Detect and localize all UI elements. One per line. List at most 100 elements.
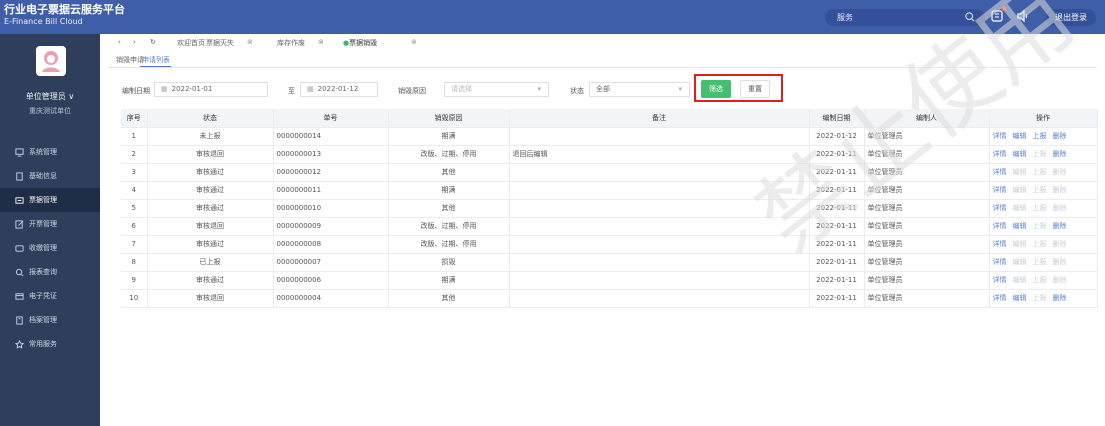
details-link[interactable]: 详情: [993, 185, 1007, 195]
speaker-icon[interactable]: [1016, 9, 1030, 23]
row-number: 8: [121, 253, 148, 272]
row-id: 0000000006: [273, 271, 389, 290]
row-status: 审核通过: [147, 181, 274, 200]
close-icon[interactable]: ⊗: [247, 38, 253, 46]
row-reason: 期满: [388, 181, 510, 200]
table-header: 销毁原因: [388, 109, 510, 128]
sidebar-item-invoice[interactable]: 开票管理: [0, 212, 100, 236]
row-creator: 单位管理员: [864, 271, 990, 290]
edit-link[interactable]: 编辑: [1013, 131, 1027, 141]
archive-icon: [16, 315, 23, 325]
details-link[interactable]: 详情: [993, 221, 1007, 231]
row-actions: 详情 编辑 上报 删除: [989, 217, 1098, 236]
tab-inventory-void[interactable]: 库存作废: [277, 38, 305, 48]
row-creator: 单位管理员: [864, 199, 990, 218]
sidebar-item-basic[interactable]: 基础信息: [0, 164, 100, 188]
delete-link[interactable]: 删除: [1053, 293, 1067, 303]
details-link[interactable]: 详情: [993, 257, 1007, 267]
sidebar-item-ticket[interactable]: 票据管理: [0, 188, 100, 212]
delete-link[interactable]: 删除: [1053, 131, 1067, 141]
details-link[interactable]: 详情: [993, 131, 1007, 141]
subtab-destroy-apply[interactable]: 销毁申请: [116, 55, 144, 65]
sidebar-item-archive[interactable]: 档案管理: [0, 308, 100, 332]
details-link[interactable]: 详情: [993, 275, 1007, 285]
service-search[interactable]: 服务: [825, 9, 985, 26]
tab-label: 票据销毁: [349, 39, 378, 47]
sidebar-item-system[interactable]: 系统管理: [0, 140, 100, 164]
sidebar: 单位管理员 ∨ 重庆测试单位 系统管理 基础信息 票据管理 开票管理 收缴管理 …: [0, 34, 100, 426]
row-status: 已上报: [147, 253, 274, 272]
brand-title: 行业电子票据云服务平台: [4, 3, 125, 16]
row-number: 4: [121, 181, 148, 200]
tab-bill-loss[interactable]: 票据灭失: [206, 38, 234, 48]
date-to-input[interactable]: ▦ 2022-01-12: [300, 82, 378, 97]
tab-bill-destroy[interactable]: ●票据销毁: [343, 38, 377, 48]
table-header: 操作: [989, 109, 1098, 128]
logout-button[interactable]: 退出登录: [1046, 9, 1096, 26]
sidebar-label: 常用服务: [29, 340, 57, 348]
search-icon: [15, 268, 24, 276]
sidebar-item-e-voucher[interactable]: 电子凭证: [0, 284, 100, 308]
row-id: 0000000012: [273, 163, 389, 182]
tab-welcome[interactable]: 欢迎首页: [177, 38, 205, 48]
chevron-down-icon: ▾: [678, 85, 682, 93]
row-actions: 详情 编辑 上报 删除: [989, 163, 1098, 182]
row-number: 10: [121, 289, 148, 308]
details-link[interactable]: 详情: [993, 149, 1007, 159]
refresh-icon[interactable]: ↻: [150, 38, 156, 46]
row-actions: 详情 编辑 上报 删除: [989, 181, 1098, 200]
edit-link[interactable]: 编辑: [1013, 293, 1027, 303]
table-row: 5 审核通过 0000000010 其他 2022-01-11 单位管理员 详情 编辑 上报 删除: [121, 199, 1098, 218]
details-link[interactable]: 详情: [993, 239, 1007, 249]
filter-button[interactable]: 筛选: [701, 80, 731, 98]
sidebar-user-menu[interactable]: 单位管理员 ∨: [0, 91, 100, 102]
row-date: 2022-01-11: [809, 253, 865, 272]
row-note: [509, 181, 810, 200]
edit-link: 编辑: [1012, 276, 1027, 284]
reason-select[interactable]: 请选择 ▾: [444, 82, 549, 97]
details-link[interactable]: 详情: [993, 203, 1007, 213]
table-header: 序号: [121, 109, 148, 128]
delete-link[interactable]: 删除: [1053, 221, 1067, 231]
date-from-input[interactable]: ▦ 2022-01-01: [154, 82, 268, 97]
date-from-value: 2022-01-01: [171, 85, 213, 93]
close-icon[interactable]: ⊗: [411, 38, 417, 46]
back-arrow-icon[interactable]: ‹: [118, 38, 121, 46]
delete-link[interactable]: 删除: [1053, 149, 1067, 159]
row-reason: 期满: [388, 127, 510, 146]
table-row: 4 审核通过 0000000011 期满 2022-01-11 单位管理员 详情 编辑 上报 删除: [121, 181, 1098, 200]
close-icon[interactable]: ⊗: [318, 38, 324, 46]
sidebar-item-payment[interactable]: 收缴管理: [0, 236, 100, 260]
row-date: 2022-01-11: [809, 235, 865, 254]
status-select[interactable]: 全部 ▾: [589, 82, 690, 97]
sidebar-item-report[interactable]: 报表查询: [0, 260, 100, 284]
report-link: 上报: [1032, 240, 1047, 248]
edit-link[interactable]: 编辑: [1013, 221, 1027, 231]
calendar-icon: ▦: [307, 85, 314, 93]
sidebar-item-common[interactable]: 常用服务: [0, 332, 100, 356]
row-actions: 详情 编辑 上报 删除: [989, 253, 1098, 272]
brand: 行业电子票据云服务平台 E-Finance Bill Cloud: [4, 3, 125, 27]
edit-link: 编辑: [1012, 168, 1027, 176]
row-actions: 详情 编辑 上报 删除: [989, 271, 1098, 290]
table-row: 3 审核通过 0000000012 其他 2022-01-11 单位管理员 详情 编辑 上报 删除: [121, 163, 1098, 182]
table-row: 2 审核退回 0000000013 改版、过期、停用 退回后编辑 2022-01-11 单位…: [121, 145, 1098, 164]
subtab-apply-list[interactable]: 申请列表: [142, 55, 170, 65]
search-icon[interactable]: [965, 12, 975, 22]
calendar-icon[interactable]: [990, 9, 1004, 23]
row-status: 审核退回: [147, 145, 274, 164]
row-id: 0000000011: [273, 181, 389, 200]
row-status: 审核退回: [147, 217, 274, 236]
forward-arrow-icon[interactable]: ›: [133, 38, 136, 46]
row-note: [509, 127, 810, 146]
report-link[interactable]: 上报: [1033, 131, 1047, 141]
details-link[interactable]: 详情: [993, 167, 1007, 177]
edit-link[interactable]: 编辑: [1013, 149, 1027, 159]
reset-button[interactable]: 重置: [740, 80, 770, 98]
date-label: 编制日期: [122, 87, 150, 95]
delete-link: 删除: [1052, 168, 1067, 176]
details-link[interactable]: 详情: [993, 293, 1007, 303]
row-reason: 改版、过期、停用: [388, 217, 510, 236]
row-creator: 单位管理员: [864, 163, 990, 182]
report-link: 上报: [1032, 294, 1047, 302]
